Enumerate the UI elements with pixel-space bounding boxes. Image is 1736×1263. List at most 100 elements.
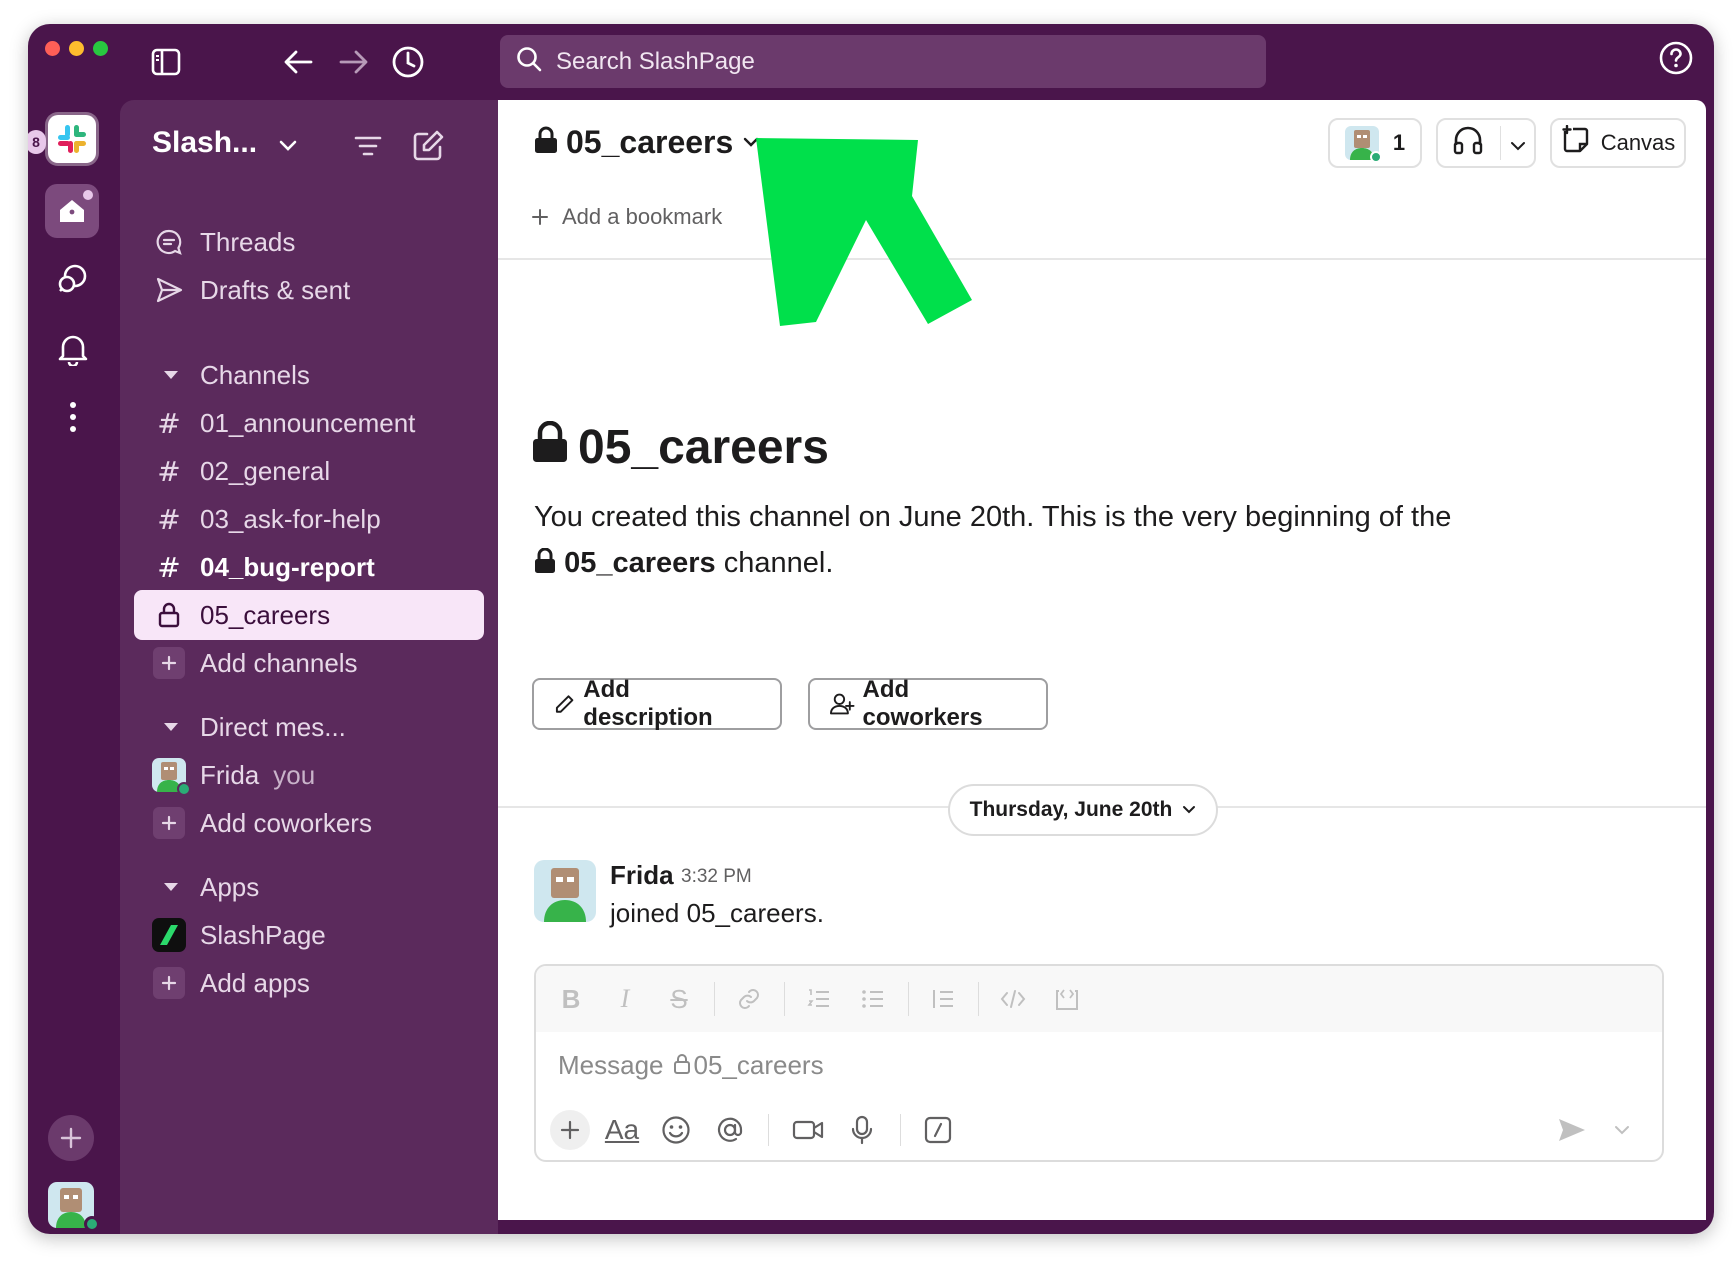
caret-down-icon [144, 881, 194, 893]
close-window-button[interactable] [45, 41, 60, 56]
attach-plus-icon[interactable] [550, 1110, 590, 1150]
compose-icon[interactable] [408, 126, 448, 166]
channel-name: 04_bug-report [200, 551, 375, 582]
blockquote-icon[interactable] [924, 980, 962, 1018]
pencil-icon [555, 695, 574, 713]
sidebar-item-drafts[interactable]: Drafts & sent [134, 265, 484, 315]
add-apps-label: Add apps [200, 967, 310, 998]
code-icon[interactable] [994, 980, 1032, 1018]
sidebar-item-threads[interactable]: Threads [134, 217, 484, 267]
user-avatar[interactable] [48, 1182, 100, 1232]
emoji-icon[interactable] [656, 1110, 696, 1150]
bold-icon[interactable]: B [552, 980, 590, 1018]
toolbar-separator [784, 982, 785, 1016]
activity-bell-icon[interactable] [50, 326, 96, 372]
message-timestamp[interactable]: 3:32 PM [681, 866, 752, 888]
code-block-icon[interactable] [1048, 980, 1086, 1018]
intro-channel-ref[interactable]: 05_careers [564, 547, 716, 579]
add-coworkers-label: Add coworkers [862, 676, 983, 731]
sidebar-item-dm-frida[interactable]: Frida you [134, 750, 484, 800]
plus-icon [153, 807, 185, 839]
sidebar-item-channel-02[interactable]: # 02_general [134, 446, 484, 496]
workspace-name: Slash... [152, 126, 258, 159]
dm-avatar [152, 758, 191, 796]
channel-view: 05_careers 1 Canvas Add a bookmark 05_ca… [498, 100, 1706, 1220]
sidebar-toggle-icon[interactable] [146, 42, 186, 82]
channel-name: 05_careers [200, 599, 331, 630]
add-coworkers-button[interactable]: Add coworkers [808, 676, 1048, 731]
apps-section-header[interactable]: Apps [134, 862, 484, 912]
message-author[interactable]: Frida [610, 860, 674, 891]
message-text: joined 05_careers. [610, 898, 824, 928]
chevron-down-icon [1183, 806, 1196, 814]
add-bookmark-button[interactable]: Add a bookmark [532, 204, 722, 230]
toolbar-separator [714, 982, 715, 1016]
workspace-menu[interactable]: Slash... [152, 126, 297, 160]
message-avatar[interactable] [534, 860, 596, 922]
send-options-chevron-icon[interactable] [1602, 1110, 1642, 1150]
microphone-icon[interactable] [842, 1110, 882, 1150]
sidebar-item-channel-01[interactable]: # 01_announcement [134, 398, 484, 448]
chevron-down-icon[interactable] [1510, 132, 1526, 158]
italic-icon[interactable]: I [606, 980, 644, 1018]
sidebar-item-channel-04[interactable]: # 04_bug-report [134, 542, 484, 592]
slash-command-icon[interactable] [918, 1110, 958, 1150]
channels-section-header[interactable]: Channels [134, 350, 484, 400]
search-bar[interactable]: Search SlashPage [500, 35, 1266, 88]
add-workspace-button[interactable] [48, 1115, 94, 1161]
day-divider-button[interactable]: Thursday, June 20th [948, 784, 1218, 836]
send-icon[interactable] [1552, 1110, 1592, 1150]
history-clock-icon[interactable] [388, 42, 428, 82]
huddle-button[interactable] [1436, 118, 1536, 168]
channel-name-button[interactable]: 05_careers [534, 124, 759, 161]
hash-icon: # [157, 550, 181, 584]
sidebar-item-channel-03[interactable]: # 03_ask-for-help [134, 494, 484, 544]
workspace-logo[interactable] [48, 115, 96, 163]
numbered-list-icon[interactable] [800, 980, 838, 1018]
plus-icon [532, 209, 548, 225]
toolbar-separator [978, 982, 979, 1016]
add-description-label: Add description [583, 676, 713, 731]
canvas-label: Canvas [1600, 130, 1676, 155]
avatar-illustration-icon [544, 868, 586, 922]
add-apps-button[interactable]: Add apps [134, 958, 484, 1008]
day-label: Thursday, June 20th [969, 798, 1173, 821]
minimize-window-button[interactable] [69, 41, 84, 56]
headphones-icon [1452, 125, 1484, 161]
back-arrow-icon[interactable] [278, 42, 318, 82]
text-format-toggle[interactable]: Aa [602, 1110, 642, 1150]
channel-name: 03_ask-for-help [200, 503, 381, 534]
bullet-list-icon[interactable] [854, 980, 892, 1018]
home-button[interactable] [45, 184, 99, 238]
message-composer: B I S Message 05_careers Aa [534, 964, 1664, 1162]
sidebar-add-coworkers-button[interactable]: Add coworkers [134, 798, 484, 848]
chevron-down-icon [743, 134, 759, 152]
plus-icon [60, 1127, 82, 1149]
link-icon[interactable] [730, 980, 768, 1018]
threads-icon [144, 228, 194, 256]
more-vertical-icon[interactable] [50, 394, 96, 440]
lock-icon [534, 126, 558, 159]
video-icon[interactable] [788, 1110, 828, 1150]
dm-section-header[interactable]: Direct mes... [134, 702, 484, 752]
lock-icon [532, 420, 568, 475]
members-button[interactable]: 1 [1328, 118, 1422, 168]
zoom-window-button[interactable] [93, 41, 108, 56]
sidebar-item-channel-05[interactable]: 05_careers [134, 590, 484, 640]
add-description-button[interactable]: Add description [532, 676, 782, 731]
filter-icon[interactable] [348, 126, 388, 166]
strikethrough-icon[interactable]: S [660, 980, 698, 1018]
mention-icon[interactable] [710, 1110, 750, 1150]
presence-indicator [177, 782, 191, 796]
canvas-button[interactable]: Canvas [1550, 118, 1686, 168]
channel-sidebar: Slash... Threads Drafts & sent Channels … [120, 100, 498, 1234]
help-icon[interactable] [1656, 38, 1696, 78]
intro-channel-name: 05_careers [578, 421, 829, 474]
forward-arrow-icon[interactable] [334, 42, 374, 82]
workspace-rail: 8 [28, 100, 120, 1234]
add-channels-button[interactable]: Add channels [134, 638, 484, 688]
hash-icon: # [157, 454, 181, 488]
sidebar-item-app-slashpage[interactable]: SlashPage [134, 910, 484, 960]
dms-icon[interactable] [50, 256, 96, 302]
message-input[interactable]: Message 05_careers [558, 1050, 824, 1081]
